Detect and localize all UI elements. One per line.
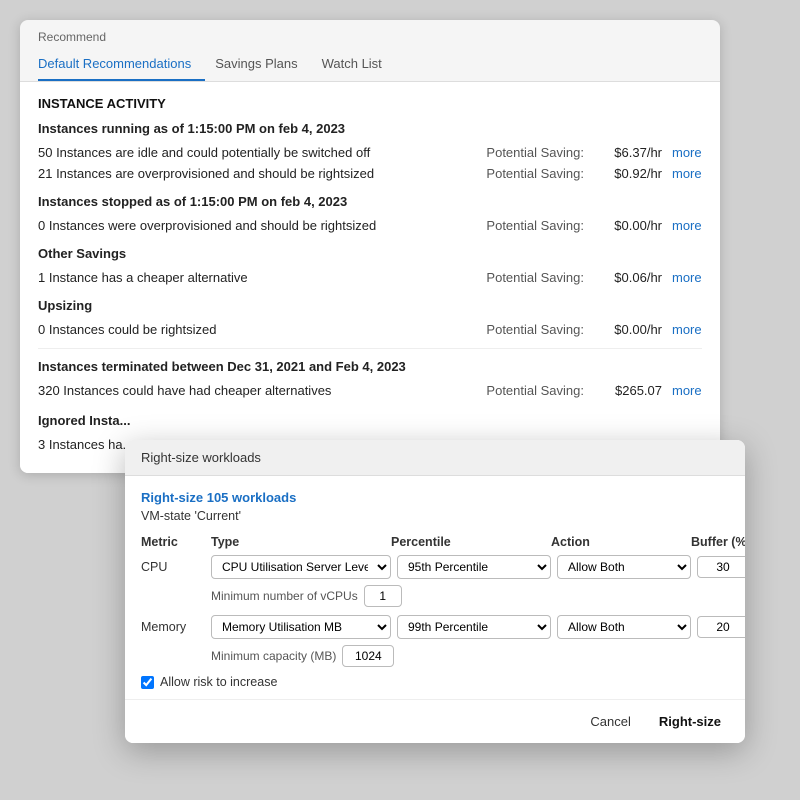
- cpu-action-select[interactable]: Allow Both: [557, 555, 691, 579]
- panel-content: INSTANCE ACTIVITY Instances running as o…: [20, 82, 720, 473]
- rightsize-button[interactable]: Right-size: [651, 710, 729, 733]
- table-row: 1 Instance has a cheaper alternative Pot…: [38, 267, 702, 288]
- memory-percentile-select[interactable]: 99th Percentile: [397, 615, 551, 639]
- table-row: 50 Instances are idle and could potentia…: [38, 142, 702, 163]
- tabs-bar: Default Recommendations Savings Plans Wa…: [20, 48, 720, 82]
- table-row: 320 Instances could have had cheaper alt…: [38, 380, 702, 401]
- min-cap-label: Minimum capacity (MB): [211, 649, 336, 663]
- rightsize-modal: Right-size workloads Right-size 105 work…: [125, 440, 745, 743]
- allow-risk-checkbox[interactable]: [141, 676, 154, 689]
- ignored-subheader: Ignored Insta...: [38, 413, 702, 428]
- modal-header: Right-size workloads: [125, 440, 745, 476]
- table-row: 0 Instances could be rightsized Potentia…: [38, 319, 702, 340]
- cancel-button[interactable]: Cancel: [582, 710, 638, 733]
- more-link[interactable]: more: [672, 383, 702, 398]
- modal-body: Right-size 105 workloads VM-state 'Curre…: [125, 476, 745, 699]
- memory-row: Memory Memory Utilisation MB 99th Percen…: [141, 615, 729, 639]
- cpu-type-select[interactable]: CPU Utilisation Server Level: [211, 555, 391, 579]
- cpu-metric-label: CPU: [141, 560, 211, 574]
- vm-state-label: VM-state 'Current': [141, 509, 729, 523]
- other-savings-subheader: Other Savings: [38, 246, 702, 261]
- col-header-action: Action: [551, 535, 691, 549]
- more-link[interactable]: more: [672, 145, 702, 160]
- modal-footer: Cancel Right-size: [125, 699, 745, 743]
- min-cap-input[interactable]: [342, 645, 394, 667]
- tab-watch-list[interactable]: Watch List: [322, 48, 396, 81]
- more-link[interactable]: more: [672, 270, 702, 285]
- more-link[interactable]: more: [672, 166, 702, 181]
- cpu-row: CPU CPU Utilisation Server Level 95th Pe…: [141, 555, 729, 579]
- min-vcpus-input[interactable]: [364, 585, 402, 607]
- min-vcpus-row: Minimum number of vCPUs: [141, 585, 729, 607]
- tab-default-recommendations[interactable]: Default Recommendations: [38, 48, 205, 81]
- col-header-type: Type: [211, 535, 391, 549]
- grid-header-row: Metric Type Percentile Action Buffer (%): [141, 535, 729, 549]
- terminated-header: Instances terminated between Dec 31, 202…: [38, 359, 702, 374]
- cpu-percentile-select[interactable]: 95th Percentile: [397, 555, 551, 579]
- min-cap-row: Minimum capacity (MB): [141, 645, 729, 667]
- cpu-buffer-input[interactable]: [697, 556, 745, 578]
- main-panel: Recommend Default Recommendations Saving…: [20, 20, 720, 473]
- more-link[interactable]: more: [672, 218, 702, 233]
- memory-buffer-input[interactable]: [697, 616, 745, 638]
- table-row: 21 Instances are overprovisioned and sho…: [38, 163, 702, 184]
- memory-action-select[interactable]: Allow Both: [557, 615, 691, 639]
- col-header-buffer: Buffer (%): [691, 535, 745, 549]
- instance-activity-header: INSTANCE ACTIVITY: [38, 96, 702, 111]
- memory-type-select[interactable]: Memory Utilisation MB: [211, 615, 391, 639]
- min-vcpus-label: Minimum number of vCPUs: [211, 589, 358, 603]
- running-subheader: Instances running as of 1:15:00 PM on fe…: [38, 121, 702, 136]
- memory-metric-label: Memory: [141, 620, 211, 634]
- tab-savings-plans[interactable]: Savings Plans: [215, 48, 311, 81]
- stopped-subheader: Instances stopped as of 1:15:00 PM on fe…: [38, 194, 702, 209]
- table-row: 0 Instances were overprovisioned and sho…: [38, 215, 702, 236]
- more-link[interactable]: more: [672, 322, 702, 337]
- col-header-metric: Metric: [141, 535, 211, 549]
- divider: [38, 348, 702, 349]
- rightsize-link[interactable]: Right-size 105 workloads: [141, 490, 296, 505]
- allow-risk-row: Allow risk to increase: [141, 675, 729, 689]
- panel-title: Recommend: [20, 20, 720, 48]
- col-header-percentile: Percentile: [391, 535, 551, 549]
- upsizing-subheader: Upsizing: [38, 298, 702, 313]
- allow-risk-label: Allow risk to increase: [160, 675, 277, 689]
